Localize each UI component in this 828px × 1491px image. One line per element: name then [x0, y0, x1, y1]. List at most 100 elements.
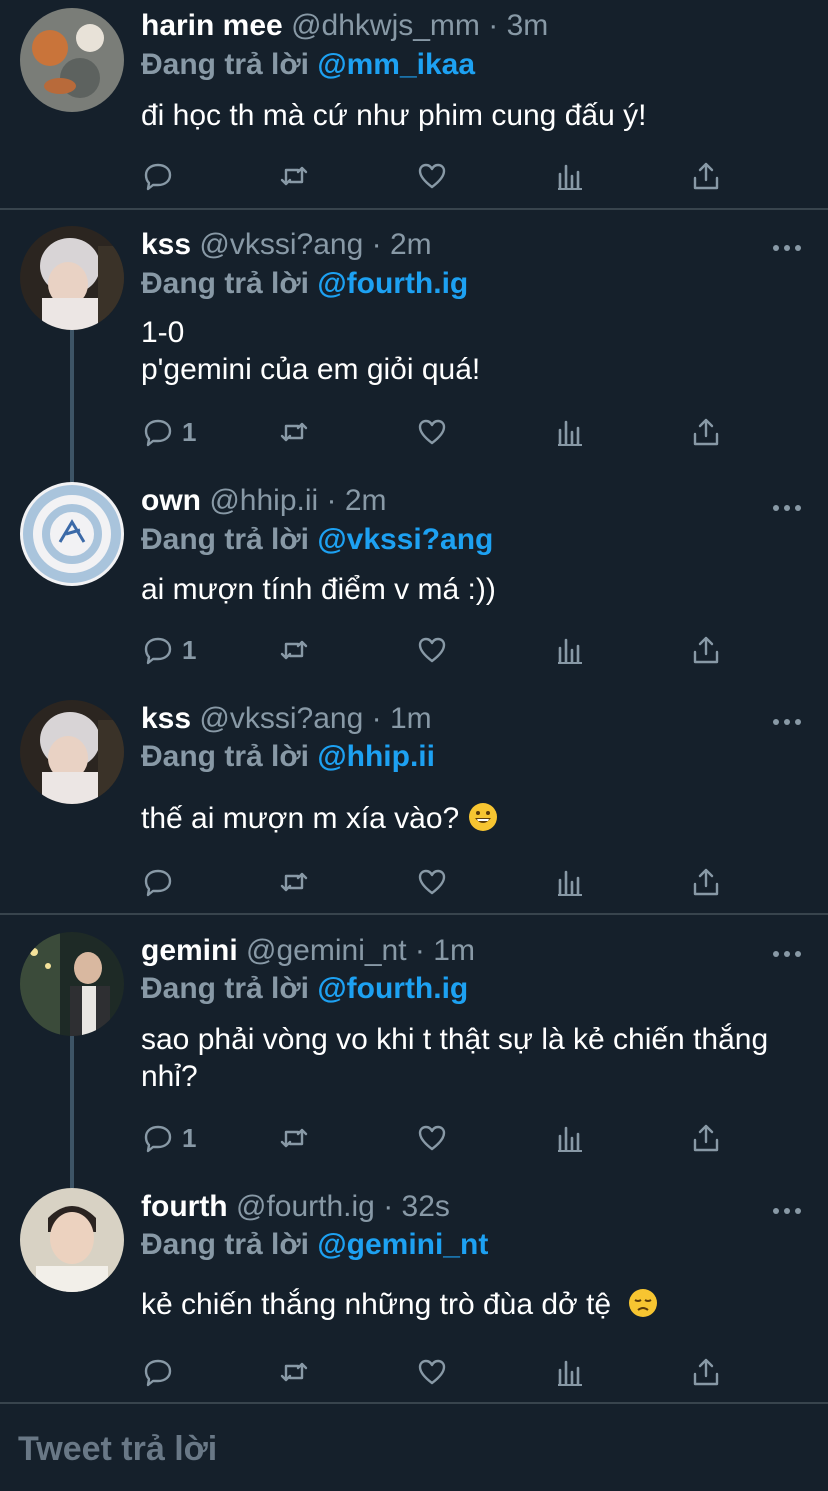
reply-button[interactable]: 1 — [142, 630, 196, 670]
tweet[interactable]: own @hhip.ii · 2m Đang trả lời @vkssi?an… — [0, 470, 828, 680]
retweet-button[interactable] — [278, 156, 310, 196]
more-options-icon[interactable] — [772, 500, 802, 511]
tweet-header: harin mee @dhkwjs_mm · 3m — [141, 9, 549, 42]
share-button[interactable] — [690, 1352, 722, 1392]
tweet[interactable]: fourth @fourth.ig · 32s Đang trả lời @ge… — [0, 1172, 828, 1402]
more-options-icon[interactable] — [772, 240, 802, 251]
reply-context: Đang trả lời @mm_ikaa — [141, 48, 475, 82]
reply-button[interactable] — [142, 862, 182, 902]
tweet-header: kss @vkssi?ang · 2m — [141, 228, 432, 261]
timestamp[interactable]: 1m — [390, 702, 432, 735]
user-handle[interactable]: @gemini_nt — [246, 934, 407, 967]
avatar[interactable] — [20, 482, 124, 586]
display-name[interactable]: kss — [141, 228, 191, 261]
share-button[interactable] — [690, 156, 722, 196]
share-icon — [690, 634, 722, 666]
tweet-divider — [0, 1402, 828, 1404]
retweet-button[interactable] — [278, 412, 310, 452]
reply-count: 1 — [182, 1122, 197, 1153]
tweet-actions — [0, 156, 828, 196]
reply-context: Đang trả lời @fourth.ig — [141, 267, 468, 301]
timestamp[interactable]: 32s — [402, 1190, 450, 1223]
like-icon — [416, 160, 448, 192]
reply-mention[interactable]: @fourth.ig — [317, 972, 468, 1005]
grinning-face-icon — [468, 803, 497, 831]
avatar[interactable] — [20, 700, 124, 804]
retweet-button[interactable] — [278, 1118, 310, 1158]
like-button[interactable] — [416, 862, 448, 902]
reply-button[interactable]: 1 — [142, 412, 196, 452]
stats-button[interactable] — [554, 1118, 586, 1158]
display-name[interactable]: fourth — [141, 1190, 228, 1223]
share-icon — [690, 416, 722, 448]
more-options-icon[interactable] — [772, 1203, 802, 1214]
like-icon — [416, 1356, 448, 1388]
analytics-icon — [554, 416, 586, 448]
tweet[interactable]: kss @vkssi?ang · 2m Đang trả lời @fourth… — [0, 210, 828, 460]
avatar[interactable] — [20, 1188, 124, 1292]
retweet-button[interactable] — [278, 630, 310, 670]
share-button[interactable] — [690, 630, 722, 670]
reply-prefix: Đang trả lời — [141, 1228, 310, 1261]
share-button[interactable] — [690, 412, 722, 452]
user-handle[interactable]: @vkssi?ang — [199, 228, 363, 261]
reply-mention[interactable]: @mm_ikaa — [317, 48, 475, 81]
like-button[interactable] — [416, 1118, 448, 1158]
share-button[interactable] — [690, 1118, 722, 1158]
timestamp[interactable]: 1m — [433, 934, 475, 967]
reply-mention[interactable]: @fourth.ig — [317, 267, 468, 300]
stats-button[interactable] — [554, 862, 586, 902]
like-button[interactable] — [416, 156, 448, 196]
like-button[interactable] — [416, 412, 448, 452]
tweet-header: own @hhip.ii · 2m — [141, 484, 387, 517]
retweet-button[interactable] — [278, 1352, 310, 1392]
share-icon — [690, 1356, 722, 1388]
stats-button[interactable] — [554, 156, 586, 196]
display-name[interactable]: own — [141, 484, 201, 517]
user-handle[interactable]: @fourth.ig — [236, 1190, 375, 1223]
stats-button[interactable] — [554, 1352, 586, 1392]
reply-icon — [142, 1356, 174, 1388]
timestamp[interactable]: 2m — [345, 484, 387, 517]
reply-mention[interactable]: @hhip.ii — [317, 740, 435, 773]
more-options-icon[interactable] — [772, 714, 802, 725]
share-button[interactable] — [690, 862, 722, 902]
reply-button[interactable]: 1 — [142, 1118, 196, 1158]
reply-composer-input[interactable]: Tweet trả lời — [18, 1430, 217, 1469]
retweet-icon — [278, 866, 310, 898]
more-options-icon[interactable] — [772, 946, 802, 957]
tweet[interactable]: gemini @gemini_nt · 1m Đang trả lời @fou… — [0, 915, 828, 1163]
reply-mention[interactable]: @gemini_nt — [317, 1228, 488, 1261]
reply-button[interactable] — [142, 1352, 182, 1392]
reply-icon — [142, 866, 174, 898]
timestamp[interactable]: 2m — [390, 228, 432, 261]
retweet-button[interactable] — [278, 862, 310, 902]
retweet-icon — [278, 416, 310, 448]
display-name[interactable]: gemini — [141, 934, 238, 967]
stats-button[interactable] — [554, 630, 586, 670]
user-handle[interactable]: @dhkwjs_mm — [291, 9, 480, 42]
retweet-icon — [278, 160, 310, 192]
share-icon — [690, 866, 722, 898]
avatar[interactable] — [20, 932, 124, 1036]
user-handle[interactable]: @hhip.ii — [209, 484, 318, 517]
tweet-header: kss @vkssi?ang · 1m — [141, 702, 432, 735]
display-name[interactable]: harin mee — [141, 9, 283, 42]
reply-button[interactable] — [142, 156, 182, 196]
display-name[interactable]: kss — [141, 702, 191, 735]
stats-button[interactable] — [554, 412, 586, 452]
timestamp[interactable]: 3m — [507, 9, 549, 42]
tweet-actions: 1 — [0, 1118, 828, 1158]
like-button[interactable] — [416, 1352, 448, 1392]
tweet-header: fourth @fourth.ig · 32s — [141, 1190, 450, 1223]
tweet[interactable]: harin mee @dhkwjs_mm · 3m Đang trả lời @… — [0, 0, 828, 208]
analytics-icon — [554, 1356, 586, 1388]
tweet[interactable]: kss @vkssi?ang · 1m Đang trả lời @hhip.i… — [0, 690, 828, 912]
avatar[interactable] — [20, 8, 124, 112]
avatar[interactable] — [20, 226, 124, 330]
reply-icon — [142, 1122, 174, 1154]
reply-mention[interactable]: @vkssi?ang — [317, 523, 493, 556]
reply-prefix: Đang trả lời — [141, 523, 310, 556]
like-button[interactable] — [416, 630, 448, 670]
user-handle[interactable]: @vkssi?ang — [199, 702, 363, 735]
